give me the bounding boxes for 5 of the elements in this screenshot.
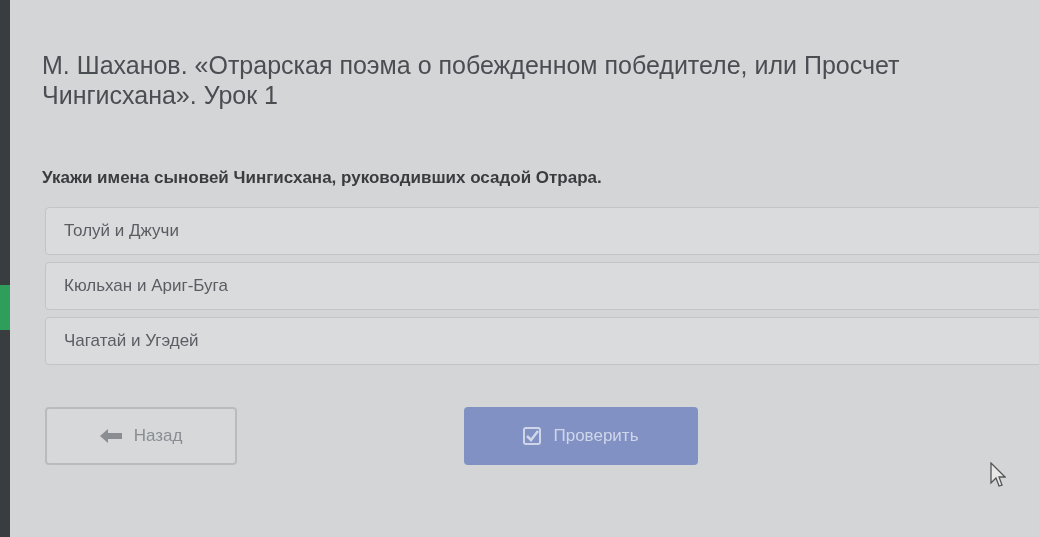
question-text: Укажи имена сыновей Чингисхана, руководивших осадой Отрара.	[42, 167, 603, 189]
answer-option[interactable]: Чагатай и Угэдей	[45, 316, 1039, 365]
answer-option[interactable]: Толуй и Джучи	[45, 206, 1039, 255]
answer-option[interactable]: Кюльхан и Ариг-Буга	[45, 261, 1039, 310]
page-title: М. Шаханов. «Отрарская поэма о побежденном победителе, или Просчет Чингисхана». Урок 1	[42, 50, 901, 110]
